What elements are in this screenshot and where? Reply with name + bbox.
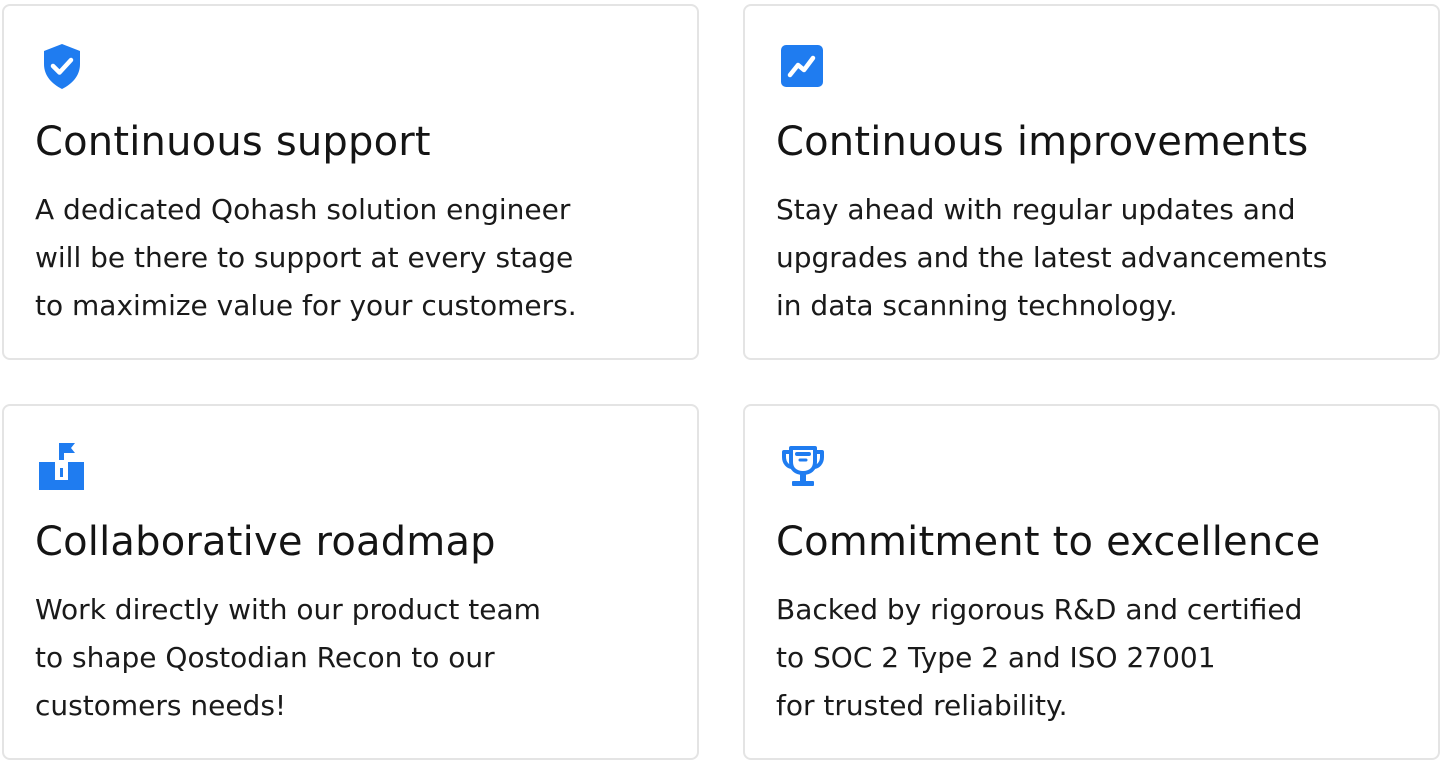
shield-check-icon — [44, 44, 80, 89]
card-description-line: in data scanning technology. — [776, 289, 1178, 322]
card-description-line: for trusted reliability. — [776, 689, 1068, 722]
card-description-line: Stay ahead with regular updates and — [776, 193, 1296, 226]
roadmap-flag-icon — [39, 443, 84, 490]
trophy-icon — [782, 446, 824, 486]
card-title: Continuous improvements — [776, 119, 1309, 165]
card-description-line: to maximize value for your customers. — [35, 289, 577, 322]
card-title: Commitment to excellence — [776, 519, 1321, 565]
card-continuous-improvements: Continuous improvements Stay ahead with … — [743, 4, 1440, 360]
card-description-line: customers needs! — [35, 689, 287, 722]
card-description: A dedicated Qohash solution engineer wil… — [35, 186, 577, 330]
card-description-line: to SOC 2 Type 2 and ISO 27001 — [776, 641, 1216, 674]
card-description: Stay ahead with regular updates and upgr… — [776, 186, 1327, 330]
card-title: Continuous support — [35, 119, 431, 165]
card-commitment-to-excellence: Commitment to excellence Backed by rigor… — [743, 404, 1440, 760]
card-description-line: Work directly with our product team — [35, 593, 541, 626]
trend-chart-icon — [781, 45, 823, 87]
card-description-line: will be there to support at every stage — [35, 241, 574, 274]
card-description: Work directly with our product team to s… — [35, 586, 541, 730]
card-title: Collaborative roadmap — [35, 519, 496, 565]
card-collaborative-roadmap: Collaborative roadmap Work directly with… — [2, 404, 699, 760]
card-continuous-support: Continuous support A dedicated Qohash so… — [2, 4, 699, 360]
card-description-line: to shape Qostodian Recon to our — [35, 641, 495, 674]
card-description: Backed by rigorous R&D and certified to … — [776, 586, 1302, 730]
card-description-line: Backed by rigorous R&D and certified — [776, 593, 1303, 626]
card-description-line: upgrades and the latest advancements — [776, 241, 1328, 274]
card-description-line: A dedicated Qohash solution engineer — [35, 193, 571, 226]
